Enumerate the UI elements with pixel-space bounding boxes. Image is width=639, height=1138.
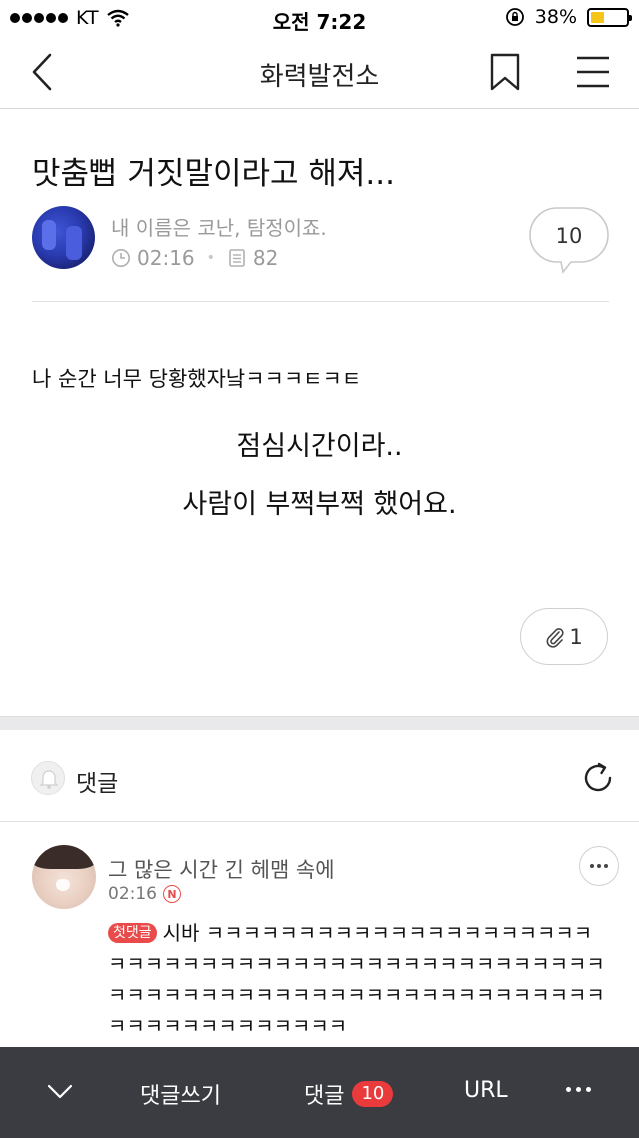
nav-bar: 화력발전소: [0, 36, 639, 109]
post-meta: 02:16 • 82: [111, 246, 278, 270]
meta-separator: •: [206, 250, 215, 266]
more-options-icon[interactable]: [566, 1087, 591, 1092]
battery-icon: [587, 7, 632, 27]
comment-count: 10: [555, 224, 583, 248]
views-icon: [229, 249, 245, 267]
comment-more-button[interactable]: [579, 846, 619, 886]
bottom-toolbar: 댓글쓰기 댓글 10 URL: [0, 1047, 639, 1138]
bell-glyph-icon: [39, 770, 59, 789]
back-chevron-icon[interactable]: [26, 52, 66, 92]
paperclip-icon: [546, 627, 564, 648]
section-separator: [0, 716, 639, 730]
battery-percent: 38%: [534, 6, 577, 28]
comments-header: 댓글: [0, 730, 639, 822]
first-comment-badge: 첫댓글: [108, 923, 157, 943]
comment-meta: 02:16 N: [108, 884, 181, 904]
attachment-button[interactable]: 1: [520, 608, 608, 665]
comments-button[interactable]: 댓글 10: [304, 1078, 394, 1110]
comment-text-block: 첫댓글 시바 ㅋㅋㅋㅋㅋㅋㅋㅋㅋㅋㅋㅋㅋㅋㅋㅋㅋㅋㅋㅋㅋㅋㅋㅋㅋㅋㅋㅋㅋㅋㅋㅋㅋㅋ…: [108, 918, 608, 1042]
comments-count-badge: 10: [352, 1081, 394, 1107]
bell-icon[interactable]: [31, 761, 65, 795]
status-right: 38%: [505, 6, 632, 28]
url-button[interactable]: URL: [464, 1078, 508, 1103]
write-comment-button[interactable]: 댓글쓰기: [140, 1078, 221, 1110]
post-title: 맛춤뻡 거짓말이라고 해져...: [32, 156, 395, 192]
battery-fill: [591, 11, 604, 23]
new-badge: N: [163, 885, 181, 903]
clock-icon: [112, 249, 130, 267]
comment-count-button[interactable]: 10: [529, 206, 609, 276]
menu-icon[interactable]: [574, 54, 612, 90]
bookmark-icon[interactable]: [488, 52, 522, 92]
comment-time: 02:16: [108, 884, 157, 904]
attachment-count: 1: [569, 624, 583, 649]
post-views: 82: [252, 246, 279, 270]
comments-button-label: 댓글: [304, 1084, 345, 1109]
author-avatar[interactable]: [32, 206, 95, 269]
commenter-name[interactable]: 그 많은 시간 긴 헤맴 속에: [108, 854, 335, 884]
comment-text: 시바 ㅋㅋㅋㅋㅋㅋㅋㅋㅋㅋㅋㅋㅋㅋㅋㅋㅋㅋㅋㅋㅋㅋㅋㅋㅋㅋㅋㅋㅋㅋㅋㅋㅋㅋㅋㅋㅋ…: [108, 921, 605, 1038]
commenter-avatar[interactable]: [32, 845, 96, 909]
header-divider: [32, 301, 609, 302]
post-body-line: 점심시간이라..: [236, 431, 403, 462]
status-bar: KT 오전 7:22 38%: [0, 0, 639, 36]
post-body-line: 사람이 부쩍부쩍 했어요.: [182, 489, 457, 520]
comments-label: 댓글: [76, 771, 119, 797]
author-name[interactable]: 내 이름은 코난, 탐정이죠.: [111, 212, 327, 241]
post-time: 02:16: [137, 246, 195, 270]
refresh-icon[interactable]: [580, 760, 616, 796]
rotation-lock-icon: [505, 8, 524, 26]
post-body-line: 나 순간 너무 당황했자낰ㅋㅋㅋㅌㅋㅌ: [32, 367, 362, 391]
chevron-down-icon[interactable]: [46, 1077, 74, 1105]
cafe-title: 화력발전소: [259, 62, 380, 92]
